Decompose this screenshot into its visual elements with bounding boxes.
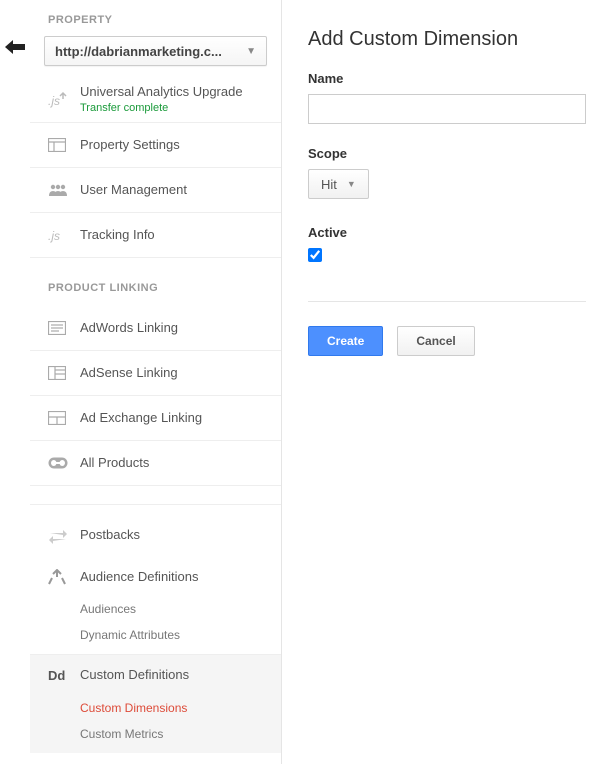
property-selector[interactable]: http://dabrianmarketing.c... ▼	[44, 36, 267, 66]
sidebar: PROPERTY http://dabrianmarketing.c... ▼ …	[30, 0, 282, 764]
active-checkbox[interactable]	[308, 248, 322, 262]
sub-custom-dimensions[interactable]: Custom Dimensions	[30, 695, 281, 721]
nav-label: Universal Analytics Upgrade	[80, 84, 243, 101]
adwords-icon	[48, 321, 74, 335]
svg-text:.js: .js	[48, 229, 60, 243]
link-icon	[48, 457, 74, 469]
layout-icon	[48, 138, 74, 152]
name-input[interactable]	[308, 94, 586, 124]
nav-tracking-info[interactable]: .js Tracking Info	[30, 213, 281, 258]
sub-audiences[interactable]: Audiences	[30, 596, 281, 622]
nav-label: All Products	[74, 455, 149, 472]
nav-postbacks[interactable]: Postbacks	[30, 513, 281, 558]
nav-label: AdWords Linking	[74, 320, 178, 337]
audience-icon	[48, 569, 74, 585]
nav-adsense-linking[interactable]: AdSense Linking	[30, 351, 281, 396]
scope-select[interactable]: Hit ▼	[308, 169, 369, 199]
js-icon: .js	[48, 227, 74, 243]
page-title: Add Custom Dimension	[308, 28, 586, 51]
dd-icon: Dd	[48, 668, 74, 683]
svg-text:.js: .js	[48, 94, 60, 108]
scope-label: Scope	[308, 146, 586, 161]
active-label: Active	[308, 225, 586, 240]
product-linking-header: PRODUCT LINKING	[30, 258, 281, 306]
nav-user-management[interactable]: User Management	[30, 168, 281, 213]
sub-custom-metrics[interactable]: Custom Metrics	[30, 721, 281, 747]
postbacks-icon	[48, 528, 74, 544]
nav-all-products[interactable]: All Products	[30, 441, 281, 486]
nav-label: AdSense Linking	[74, 365, 178, 382]
divider	[308, 301, 586, 302]
nav-ad-exchange-linking[interactable]: Ad Exchange Linking	[30, 396, 281, 441]
nav-label: Audience Definitions	[74, 569, 199, 586]
adsense-icon	[48, 366, 74, 380]
nav-label: Tracking Info	[74, 227, 155, 244]
caret-down-icon: ▼	[246, 46, 256, 57]
property-header: PROPERTY	[30, 10, 281, 36]
scope-value: Hit	[321, 177, 337, 192]
users-icon	[48, 183, 74, 197]
js-upgrade-icon: .js	[48, 91, 74, 109]
create-button[interactable]: Create	[308, 326, 383, 356]
nav-adwords-linking[interactable]: AdWords Linking	[30, 306, 281, 351]
nav-audience-definitions[interactable]: Audience Definitions	[30, 558, 281, 596]
nav-property-settings[interactable]: Property Settings	[30, 123, 281, 168]
nav-sublabel: Transfer complete	[80, 101, 243, 115]
main-panel: Add Custom Dimension Name Scope Hit ▼ Ac…	[282, 0, 604, 764]
cancel-button[interactable]: Cancel	[397, 326, 474, 356]
nav-label: Ad Exchange Linking	[74, 410, 202, 427]
nav-label: Postbacks	[74, 527, 140, 544]
ad-exchange-icon	[48, 411, 74, 425]
nav-label: Property Settings	[74, 137, 180, 154]
name-label: Name	[308, 71, 586, 86]
property-selector-label: http://dabrianmarketing.c...	[55, 44, 240, 59]
caret-down-icon: ▼	[347, 179, 356, 189]
sub-dynamic-attributes[interactable]: Dynamic Attributes	[30, 622, 281, 648]
back-button[interactable]	[4, 38, 26, 56]
nav-label: User Management	[74, 182, 187, 199]
nav-custom-definitions[interactable]: Dd Custom Definitions	[30, 655, 281, 695]
nav-label: Custom Definitions	[74, 667, 189, 684]
nav-universal-upgrade[interactable]: .js Universal Analytics Upgrade Transfer…	[30, 78, 281, 123]
